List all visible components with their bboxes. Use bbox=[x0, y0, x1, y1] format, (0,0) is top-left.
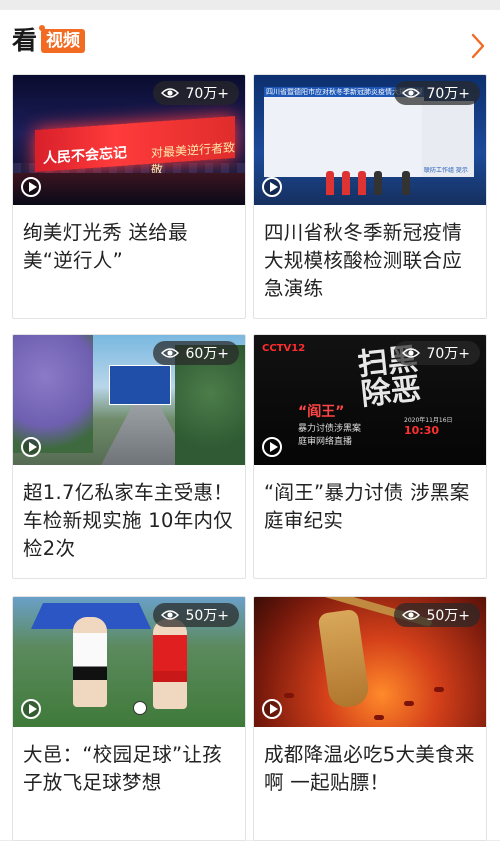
video-title[interactable]: 大邑：“校园足球”让孩子放飞足球梦想 bbox=[23, 741, 237, 797]
video-title[interactable]: 绚美灯光秀 送给最美“逆行人” bbox=[23, 219, 237, 275]
video-title[interactable]: “阎王”暴力讨债 涉黑案庭审纪实 bbox=[264, 479, 478, 535]
view-count-badge: 70万+ bbox=[153, 81, 239, 105]
video-thumbnail[interactable]: 人民不会忘记 对最美逆行者致敬 70万+ bbox=[13, 75, 245, 205]
video-card[interactable]: 人民不会忘记 对最美逆行者致敬 70万+ 绚美灯光秀 送给最美“逆行人” bbox=[12, 74, 246, 319]
chevron-right-icon bbox=[471, 33, 485, 59]
video-thumbnail[interactable]: CCTV12 扫黑除恶 “阎王” 暴力讨债涉黑案 庭审网络直播 2020年11月… bbox=[254, 335, 486, 465]
broadcast-date: 2020年11月16日 bbox=[404, 417, 453, 424]
play-icon[interactable] bbox=[262, 699, 282, 719]
broadcast-time: 2020年11月16日 10:30 bbox=[404, 415, 453, 437]
view-count: 60万+ bbox=[185, 346, 229, 362]
thumbnail-subtitle: 暴力讨债涉黑案 bbox=[298, 424, 362, 434]
eye-icon bbox=[161, 348, 180, 358]
video-thumbnail[interactable]: 50万+ bbox=[254, 597, 486, 727]
video-card[interactable]: CCTV12 扫黑除恶 “阎王” 暴力讨债涉黑案 庭审网络直播 2020年11月… bbox=[253, 334, 487, 579]
play-icon[interactable] bbox=[262, 177, 282, 197]
video-thumbnail[interactable]: 60万+ bbox=[13, 335, 245, 465]
eye-icon bbox=[161, 610, 180, 620]
video-title[interactable]: 成都降温必吃5大美食来啊 一起贴膘！ bbox=[264, 741, 478, 797]
logo-dot bbox=[39, 25, 45, 31]
video-title[interactable]: 四川省秋冬季新冠疫情大规模核酸检测联合应急演练 bbox=[264, 219, 478, 303]
eye-icon bbox=[402, 610, 421, 620]
view-count: 70万+ bbox=[426, 346, 470, 362]
view-count-badge: 50万+ bbox=[153, 603, 239, 627]
thumbnail-overlay-text: 联防工作组 提示 bbox=[424, 167, 468, 174]
view-count: 70万+ bbox=[426, 86, 470, 102]
video-thumbnail[interactable]: 四川省暨德阳市应对秋冬季新冠肺炎疫情大规模核酸检测联合演练 联防工作组 提示 7… bbox=[254, 75, 486, 205]
section-label: 视频 bbox=[41, 29, 86, 53]
video-title[interactable]: 超1.7亿私家车主受惠！车检新规实施 10年内仅检2次 bbox=[23, 479, 237, 563]
eye-icon bbox=[402, 348, 421, 358]
video-card[interactable]: 50万+ 大邑：“校园足球”让孩子放飞足球梦想 bbox=[12, 596, 246, 841]
video-card[interactable]: 60万+ 超1.7亿私家车主受惠！车检新规实施 10年内仅检2次 bbox=[12, 334, 246, 579]
thumbnail-overlay-text: 暴力讨债涉黑案 庭审网络直播 bbox=[298, 421, 361, 447]
video-card[interactable]: 四川省暨德阳市应对秋冬季新冠肺炎疫情大规模核酸检测联合演练 联防工作组 提示 7… bbox=[253, 74, 487, 319]
view-count: 50万+ bbox=[426, 608, 470, 624]
section-header: 看 视频 bbox=[0, 10, 500, 68]
video-thumbnail[interactable]: 50万+ bbox=[13, 597, 245, 727]
broadcast-clock: 10:30 bbox=[404, 424, 440, 437]
video-section-logo: 看 视频 bbox=[12, 25, 86, 56]
view-count-badge: 70万+ bbox=[394, 341, 480, 365]
view-count-badge: 70万+ bbox=[394, 81, 480, 105]
thumbnail-overlay-text: “阎王” bbox=[298, 404, 345, 420]
view-count-badge: 50万+ bbox=[394, 603, 480, 627]
video-card[interactable]: 50万+ 成都降温必吃5大美食来啊 一起贴膘！ bbox=[253, 596, 487, 841]
eye-icon bbox=[402, 88, 421, 98]
play-icon[interactable] bbox=[21, 177, 41, 197]
channel-logo: CCTV12 bbox=[262, 343, 306, 354]
play-icon[interactable] bbox=[21, 699, 41, 719]
more-button[interactable] bbox=[466, 32, 490, 60]
eye-icon bbox=[161, 88, 180, 98]
view-count: 70万+ bbox=[185, 86, 229, 102]
logo-kan-text: 看 bbox=[12, 26, 38, 55]
play-icon[interactable] bbox=[262, 437, 282, 457]
view-count: 50万+ bbox=[185, 608, 229, 624]
thumbnail-subtitle: 庭审网络直播 bbox=[298, 437, 353, 447]
play-icon[interactable] bbox=[21, 437, 41, 457]
view-count-badge: 60万+ bbox=[153, 341, 239, 365]
